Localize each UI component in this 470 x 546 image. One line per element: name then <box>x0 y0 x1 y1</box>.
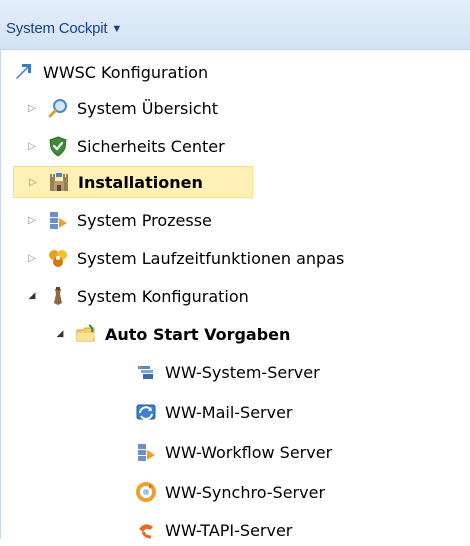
system-cockpit-menu[interactable]: System Cockpit ▼ <box>6 20 122 37</box>
tree-leaf-label: WW-System-Server <box>165 362 320 382</box>
tree-leaf-ww-workflow-server[interactable]: WW-Workflow Server <box>135 436 332 468</box>
wrench-icon <box>47 285 69 307</box>
tree-item-system-prozesse[interactable]: ▷ System Prozesse <box>23 204 212 236</box>
tree-item-system-uebersicht[interactable]: ▷ System Übersicht <box>23 92 218 124</box>
tree-leaf-ww-mail-server[interactable]: WW-Mail-Server <box>135 396 293 428</box>
folder-icon <box>75 323 97 345</box>
tree-leaf-label: WW-Workflow Server <box>165 442 333 462</box>
tree-item-label: System Konfiguration <box>77 286 249 306</box>
tree-root-label: WWSC Konfiguration <box>43 62 209 82</box>
tree-leaf-label: WW-Mail-Server <box>165 402 293 422</box>
tree-root-wwsc[interactable]: WWSC Konfiguration <box>13 56 208 88</box>
process-icon <box>47 209 69 231</box>
tree-item-laufzeitfunktionen[interactable]: ▷ System Laufzeitfunktionen anpas <box>23 242 344 274</box>
expand-arrow-icon[interactable]: ▷ <box>23 137 41 155</box>
tree-item-label: Sicherheits Center <box>77 136 225 156</box>
expand-arrow-icon[interactable]: ▷ <box>23 211 41 229</box>
tree-item-label: System Prozesse <box>77 210 212 230</box>
dropdown-caret-icon[interactable]: ▼ <box>111 23 122 35</box>
header-title: System Cockpit <box>6 20 108 37</box>
tree-leaf-ww-synchro-server[interactable]: WW-Synchro-Server <box>135 476 325 508</box>
navigation-tree: WWSC Konfiguration ▷ System Übersicht ▷ … <box>0 50 470 540</box>
expand-arrow-icon[interactable]: ▷ <box>24 173 42 191</box>
tree-leaf-label: WW-Synchro-Server <box>165 482 326 502</box>
magnifier-icon <box>47 97 69 119</box>
tree-item-label: System Laufzeitfunktionen anpas <box>77 248 345 268</box>
shield-icon <box>47 135 69 157</box>
puzzle-icon <box>47 247 69 269</box>
tree-item-installationen[interactable]: ▷ Installationen <box>13 166 253 198</box>
tree-item-label: Auto Start Vorgaben <box>105 324 291 344</box>
arrow-icon <box>13 61 35 83</box>
expand-arrow-icon[interactable]: ▷ <box>23 99 41 117</box>
cockpit-header: System Cockpit ▼ <box>0 0 470 50</box>
phone-icon <box>135 519 157 541</box>
tree-item-auto-start-vorgaben[interactable]: ◢ Auto Start Vorgaben <box>51 318 290 350</box>
tree-leaf-ww-tapi-server[interactable]: WW-TAPI-Server <box>135 514 292 546</box>
tree-item-label: System Übersicht <box>77 98 219 118</box>
server-icon <box>135 361 157 383</box>
mail-server-icon <box>135 401 157 423</box>
workflow-icon <box>135 441 157 463</box>
tree-item-sicherheits-center[interactable]: ▷ Sicherheits Center <box>23 130 225 162</box>
tree-leaf-ww-system-server[interactable]: WW-System-Server <box>135 356 320 388</box>
sync-icon <box>135 481 157 503</box>
collapse-arrow-icon[interactable]: ◢ <box>51 325 69 343</box>
tree-item-label: Installationen <box>78 172 203 192</box>
tree-leaf-label: WW-TAPI-Server <box>165 520 293 540</box>
tree-item-system-konfiguration[interactable]: ◢ System Konfiguration <box>23 280 249 312</box>
expand-arrow-icon[interactable]: ▷ <box>23 249 41 267</box>
castle-icon <box>48 171 70 193</box>
collapse-arrow-icon[interactable]: ◢ <box>23 287 41 305</box>
